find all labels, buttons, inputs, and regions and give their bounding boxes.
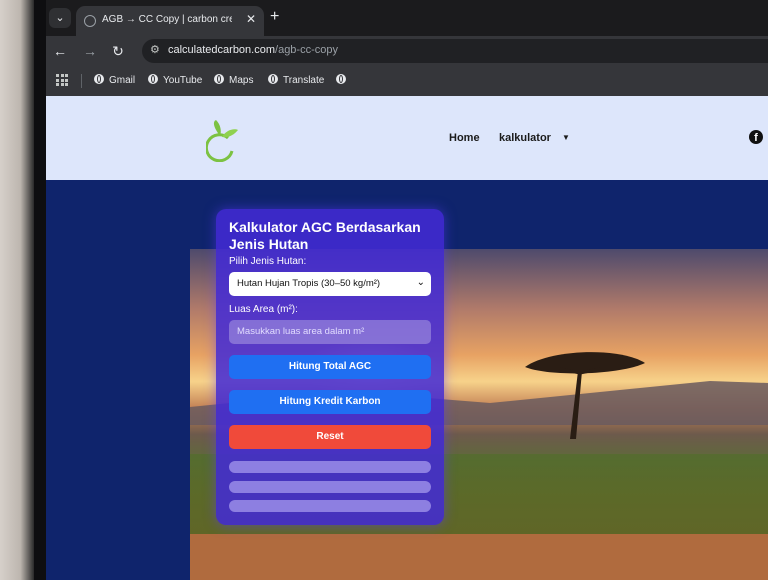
reload-button[interactable]: ↻ <box>108 41 128 61</box>
forest-type-select[interactable]: Hutan Hujan Tropis (30–50 kg/m²) ⌄ <box>229 272 431 296</box>
bookmark-separator <box>81 74 82 88</box>
address-bar[interactable]: ⚙ calculatedcarbon.com/agb-cc-copy <box>142 39 768 63</box>
bookmark-youtube[interactable]: YouTube <box>148 74 202 86</box>
site-info-icon[interactable]: ⚙ <box>150 43 160 56</box>
web-page: Home kalkulator ▼ f Kalkulator AGC Berda… <box>46 96 768 580</box>
acacia-tree <box>525 352 645 439</box>
result-bar-3 <box>229 500 431 512</box>
leaf-logo-icon[interactable] <box>206 118 240 162</box>
nav-calculator-link[interactable]: kalkulator <box>499 132 551 144</box>
agc-calculator-card: Kalkulator AGC Berdasarkan Jenis Hutan P… <box>216 209 444 525</box>
apps-grid-icon[interactable] <box>56 74 68 86</box>
bookmark-maps[interactable]: Maps <box>214 74 253 86</box>
tab-title: AGB → CC Copy | carbon credit <box>102 14 232 25</box>
laptop-bezel <box>0 0 34 580</box>
tab-close-icon[interactable]: ✕ <box>246 12 256 26</box>
dirt-ground <box>190 534 768 580</box>
globe-icon <box>268 74 278 84</box>
favicon-icon <box>84 15 96 27</box>
result-bar-1 <box>229 461 431 473</box>
bookmark-translate[interactable]: Translate <box>268 74 324 86</box>
caret-down-icon[interactable]: ▼ <box>562 133 570 142</box>
result-bar-2 <box>229 481 431 493</box>
globe-icon <box>214 74 224 84</box>
globe-icon <box>336 74 346 84</box>
facebook-icon[interactable]: f <box>749 130 763 144</box>
reset-button[interactable]: Reset <box>229 425 431 449</box>
bookmark-gmail[interactable]: Gmail <box>94 74 135 86</box>
back-button[interactable]: ← <box>50 41 70 61</box>
globe-icon <box>148 74 158 84</box>
tab-search-button[interactable]: ⌄ <box>49 8 71 28</box>
globe-icon <box>94 74 104 84</box>
url-text[interactable]: calculatedcarbon.com/agb-cc-copy <box>168 44 338 56</box>
calculate-total-agc-button[interactable]: Hitung Total AGC <box>229 355 431 379</box>
area-label: Luas Area (m²): <box>229 304 298 315</box>
bookmarks-bar: Gmail YouTube Maps Translate <box>46 66 768 96</box>
area-input[interactable]: Masukkan luas area dalam m² <box>229 320 431 344</box>
tab-strip: ⌄ AGB → CC Copy | carbon credit ✕ + <box>46 0 768 36</box>
calculator-title: Kalkulator AGC Berdasarkan Jenis Hutan <box>229 219 421 252</box>
nav-home-link[interactable]: Home <box>449 132 480 144</box>
site-header: Home kalkulator ▼ f <box>46 96 768 180</box>
forward-button[interactable]: → <box>80 41 100 61</box>
browser-tab[interactable]: AGB → CC Copy | carbon credit ✕ <box>76 6 264 36</box>
chevron-down-icon: ⌄ <box>416 277 425 288</box>
laptop-screen: ⌄ AGB → CC Copy | carbon credit ✕ + ← → … <box>34 0 768 580</box>
browser-window: ⌄ AGB → CC Copy | carbon credit ✕ + ← → … <box>46 0 768 580</box>
bookmark-untitled[interactable] <box>336 74 351 86</box>
new-tab-button[interactable]: + <box>270 8 279 26</box>
calculate-carbon-credit-button[interactable]: Hitung Kredit Karbon <box>229 390 431 414</box>
browser-toolbar: ← → ↻ ⚙ calculatedcarbon.com/agb-cc-copy <box>46 36 768 66</box>
forest-type-label: Pilih Jenis Hutan: <box>229 256 307 267</box>
